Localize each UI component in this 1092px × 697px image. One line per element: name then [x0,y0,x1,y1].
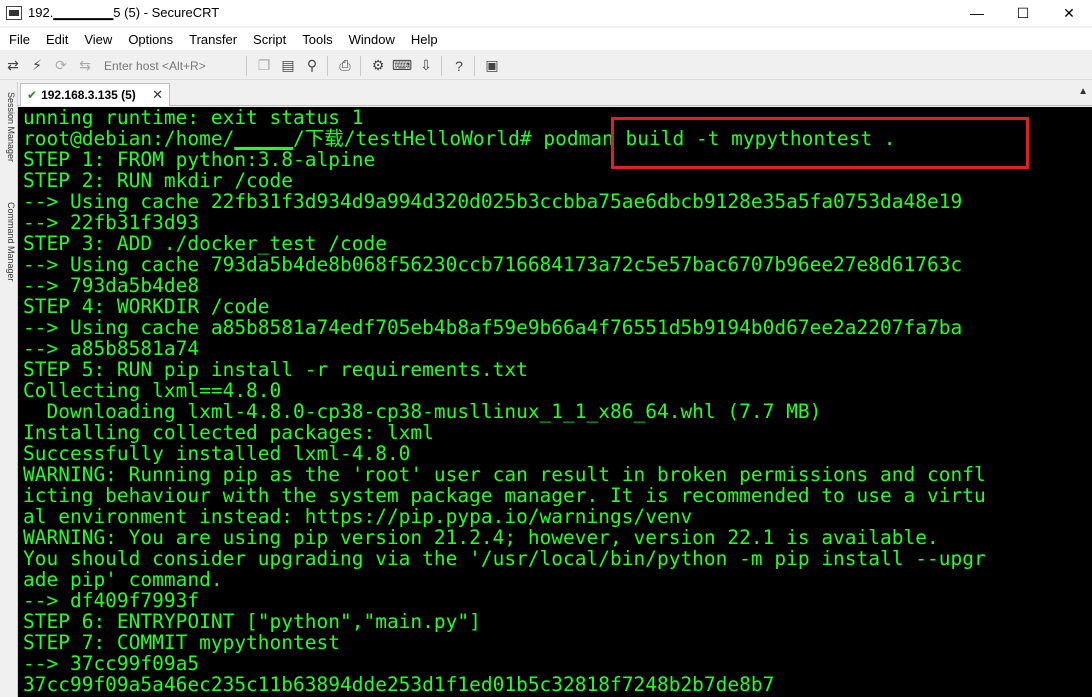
settings-icon[interactable]: ⚙ [367,55,389,77]
terminal-line: STEP 4: WORKDIR /code [23,295,270,318]
terminal-line: Downloading lxml-4.8.0-cp38-cp38-musllin… [23,400,822,423]
terminal-line: STEP 5: RUN pip install -r requirements.… [23,358,528,381]
terminal-line: Installing collected packages: lxml [23,421,434,444]
keymap-icon[interactable]: ⌨ [391,55,413,77]
connected-check-icon: ✔ [27,88,38,102]
terminal-line: You should consider upgrading via the '/… [23,547,986,570]
reconnect-icon[interactable]: ⟳ [50,55,72,77]
securecrt-app-icon[interactable] [6,6,22,20]
terminal-line: --> 22fb31f3d93 [23,211,200,234]
host-input[interactable]: Enter host <Alt+R> [102,56,242,76]
lightning-icon[interactable]: ⚡ [26,55,48,77]
menu-window[interactable]: Window [340,32,402,47]
tab-session[interactable]: ✔ 192.168.3.135 (5) ✕ [20,83,170,106]
minimize-button[interactable]: — [954,0,1000,26]
terminal-line: ade pip' command. [23,568,223,591]
toolbar-separator [360,55,361,76]
maximize-button[interactable]: ☐ [1000,0,1046,26]
close-button[interactable]: ✕ [1046,0,1092,26]
connect-icon[interactable]: ⇄ [2,55,24,77]
menu-edit[interactable]: Edit [37,32,75,47]
command-manager-tab[interactable]: Command Manager [2,202,16,282]
terminal-line: Successfully installed lxml-4.8.0 [23,442,411,465]
terminal-line: Collecting lxml==4.8.0 [23,379,282,402]
terminal-line: al environment instead: https://pip.pypa… [23,505,693,528]
menu-options[interactable]: Options [119,32,180,47]
sftp-icon[interactable]: ⇩ [415,55,437,77]
scroll-up-icon[interactable]: ▲ [1078,86,1088,97]
window-controls: — ☐ ✕ [954,0,1092,26]
terminal-line: --> 37cc99f09a5 [23,652,200,675]
terminal-line: STEP 6: ENTRYPOINT ["python","main.py"] [23,610,481,633]
tab-label: 192.168.3.135 (5) [41,88,136,102]
title-bar: 192.▁▁▁▁▁▁5 (5) - SecureCRT — ☐ ✕ [0,0,1092,26]
terminal-line: --> df409f7993f [23,589,200,612]
copy-icon[interactable]: ❐ [253,55,275,77]
find-icon[interactable]: ⚲ [301,55,323,77]
menu-view[interactable]: View [75,32,119,47]
image-icon[interactable]: ▣ [481,55,503,77]
terminal-line: --> 793da5b4de8 [23,274,200,297]
terminal-line: STEP 3: ADD ./docker_test /code [23,232,387,255]
menu-bar: File Edit View Options Transfer Script T… [0,28,1092,50]
terminal-line: --> Using cache a85b8581a74edf705eb4b8af… [23,316,963,339]
print-icon[interactable]: ⎙ [334,55,356,77]
window-title: 192.▁▁▁▁▁▁5 (5) - SecureCRT [28,5,220,20]
session-side-panel: Session Manager Command Manager [0,82,18,697]
terminal-line: --> a85b8581a74 [23,337,200,360]
terminal-line: STEP 7: COMMIT mypythontest [23,631,340,654]
terminal-line: STEP 1: FROM python:3.8-alpine [23,148,376,171]
terminal-line: --> Using cache 793da5b4de8b068f56230ccb… [23,253,963,276]
terminal-line: icting behaviour with the system package… [23,484,986,507]
toolbar-separator [327,55,328,76]
paste-icon[interactable]: ▤ [277,55,299,77]
session-tab-strip: ✔ 192.168.3.135 (5) ✕ ▲ [18,82,1092,106]
terminal-line: WARNING: You are using pip version 21.2.… [23,526,939,549]
menu-script[interactable]: Script [244,32,293,47]
tab-close-icon[interactable]: ✕ [152,87,163,103]
terminal-line: 37cc99f09a5a46ec235c11b63894dde253d1f1ed… [23,673,775,696]
terminal-line: WARNING: Running pip as the 'root' user … [23,463,986,486]
menu-help[interactable]: Help [402,32,445,47]
command-highlight-box [611,117,1029,169]
toolbar: ⇄ ⚡ ⟳ ⇆ Enter host <Alt+R> ❐ ▤ ⚲ ⎙ ⚙ ⌨ ⇩… [0,52,1092,80]
menu-file[interactable]: File [0,32,37,47]
terminal-line: --> Using cache 22fb31f3d934d9a994d320d0… [23,190,963,213]
toolbar-separator [441,55,442,76]
help-icon[interactable]: ? [448,55,470,77]
terminal-output[interactable]: unning runtime: exit status 1 root@debia… [18,107,1092,697]
menu-transfer[interactable]: Transfer [180,32,244,47]
terminal-line: STEP 2: RUN mkdir /code [23,169,294,192]
disconnect-icon[interactable]: ⇆ [74,55,96,77]
terminal-line: unning runtime: exit status 1 [23,107,364,129]
session-manager-tab[interactable]: Session Manager [2,92,16,162]
toolbar-separator [474,55,475,76]
toolbar-separator [246,55,247,76]
menu-tools[interactable]: Tools [293,32,339,47]
